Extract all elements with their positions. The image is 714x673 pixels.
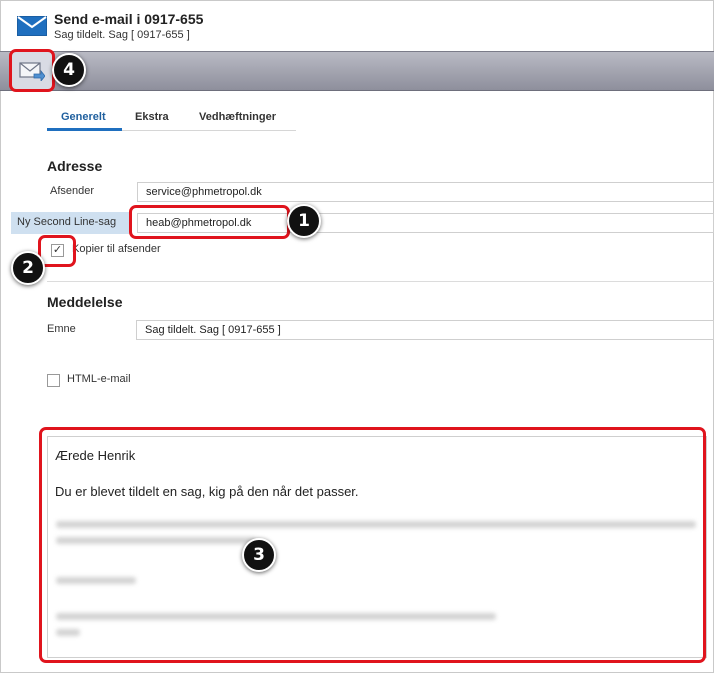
section-divider [47,281,714,282]
message-section-title: Meddelelse [47,294,123,310]
html-email-label: HTML-e-mail [67,373,131,385]
send-envelope-icon [19,61,45,81]
address-section-title: Adresse [47,158,103,174]
html-email-checkbox[interactable] [47,374,60,387]
envelope-icon [17,16,47,36]
sender-label: Afsender [50,185,95,197]
tab-bar: Generelt Ekstra Vedhæftninger [47,111,296,131]
send-button[interactable] [9,49,55,92]
highlight-recipient [129,205,290,239]
callout-badge-2: 2 [11,251,45,285]
callout-badge-1: 1 [287,204,321,238]
copy-to-sender-label: Kopier til afsender [72,243,161,255]
highlight-message-body [39,427,706,663]
tab-ekstra[interactable]: Ekstra [135,111,169,128]
tab-vedhaeftninger[interactable]: Vedhæftninger [199,111,276,128]
tab-generelt[interactable]: Generelt [61,111,106,128]
subject-label: Emne [47,323,76,335]
recipient-label: Ny Second Line-sag [11,212,129,234]
subject-field[interactable]: Sag tildelt. Sag [ 0917-655 ] [136,320,714,340]
callout-badge-4: 4 [52,53,86,87]
page-subtitle: Sag tildelt. Sag [ 0917-655 ] [54,29,190,41]
toolbar [0,51,714,91]
sender-field[interactable]: service@phmetropol.dk [137,182,714,202]
active-tab-indicator [47,128,122,131]
page-title: Send e-mail i 0917-655 [54,11,204,27]
callout-badge-3: 3 [242,538,276,572]
